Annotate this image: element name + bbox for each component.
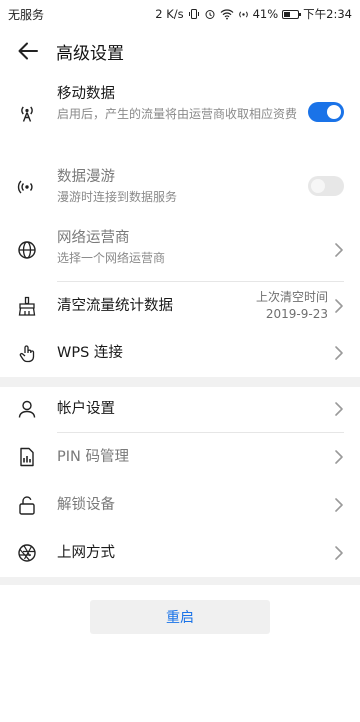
chevron-right-icon — [335, 299, 343, 313]
alarm-icon — [204, 8, 216, 20]
settings-item-mobile-data[interactable]: 移动数据 启用后，产生的流量将由运营商收取相应资费 — [0, 84, 360, 140]
broom-icon — [16, 295, 38, 317]
back-button[interactable] — [0, 28, 56, 74]
antenna-icon — [16, 102, 38, 124]
pin-label: PIN 码管理 — [57, 449, 129, 465]
chevron-right-icon — [335, 243, 343, 257]
pin-text: PIN 码管理 — [57, 447, 300, 467]
data-roaming-text: 数据漫游 漫游时连接到数据服务 — [57, 167, 300, 206]
wps-text: WPS 连接 — [57, 343, 300, 363]
wifi-icon — [220, 8, 234, 20]
status-bar: 无服务 2 K/s 41% 下午2:34 — [0, 0, 360, 28]
clock: 下午2:34 — [303, 7, 352, 21]
unlock-label: 解锁设备 — [57, 497, 115, 513]
back-arrow-icon — [18, 42, 38, 60]
settings-item-internet-mode[interactable]: 上网方式 — [0, 531, 360, 575]
settings-item-pin[interactable]: PIN 码管理 — [0, 435, 360, 479]
internet-mode-text: 上网方式 — [57, 543, 300, 563]
section-gap — [0, 377, 360, 387]
last-cleared-date: 2019-9-23 — [265, 307, 328, 321]
aperture-icon — [16, 542, 38, 564]
internet-mode-label: 上网方式 — [57, 545, 115, 561]
mobile-data-toggle[interactable] — [308, 102, 344, 122]
chevron-right-icon — [335, 546, 343, 560]
account-label: 帐户设置 — [57, 401, 115, 417]
network-operator-text: 网络运营商 选择一个网络运营商 — [57, 228, 300, 267]
data-roaming-description: 漫游时连接到数据服务 — [57, 190, 178, 204]
vibrate-icon — [188, 8, 200, 20]
last-cleared-info: 上次清空时间 2019-9-23 — [256, 289, 328, 323]
mobile-data-label: 移动数据 — [57, 86, 115, 102]
chevron-right-icon — [335, 498, 343, 512]
divider — [57, 432, 344, 433]
battery-icon — [282, 9, 302, 19]
person-icon — [16, 398, 38, 420]
tap-finger-icon — [16, 342, 38, 364]
page-title: 高级设置 — [56, 43, 124, 64]
settings-item-account[interactable]: 帐户设置 — [0, 387, 360, 431]
chevron-right-icon — [335, 402, 343, 416]
globe-icon — [16, 239, 38, 261]
restart-button[interactable]: 重启 — [90, 600, 270, 634]
network-operator-description: 选择一个网络运营商 — [57, 251, 166, 265]
title-bar: 高级设置 — [0, 28, 360, 74]
last-cleared-caption: 上次清空时间 — [255, 290, 328, 304]
divider — [57, 281, 344, 282]
toggle-knob — [327, 105, 341, 119]
chevron-right-icon — [335, 346, 343, 360]
roaming-icon — [16, 176, 38, 198]
mobile-data-text: 移动数据 启用后，产生的流量将由运营商收取相应资费 — [57, 84, 300, 123]
unlock-text: 解锁设备 — [57, 495, 300, 515]
data-roaming-label: 数据漫游 — [57, 169, 115, 185]
network-operator-label: 网络运营商 — [57, 230, 130, 246]
settings-item-data-roaming[interactable]: 数据漫游 漫游时连接到数据服务 — [0, 167, 360, 211]
chevron-right-icon — [335, 450, 343, 464]
network-speed: 2 K/s — [155, 7, 184, 21]
settings-item-network-operator[interactable]: 网络运营商 选择一个网络运营商 — [0, 228, 360, 272]
settings-item-wps[interactable]: WPS 连接 — [0, 331, 360, 375]
wps-label: WPS 连接 — [57, 345, 123, 361]
section-gap — [0, 577, 360, 585]
account-text: 帐户设置 — [57, 399, 300, 419]
settings-item-unlock[interactable]: 解锁设备 — [0, 483, 360, 527]
status-indicators: 2 K/s 41% 下午2:34 — [155, 6, 352, 22]
carrier-text: 无服务 — [8, 7, 45, 22]
wifi-hotspot-icon — [238, 9, 249, 20]
toggle-knob — [311, 179, 325, 193]
settings-item-clear-traffic[interactable]: 清空流量统计数据 上次清空时间 2019-9-23 — [0, 284, 360, 328]
battery-level-fill — [284, 11, 290, 17]
mobile-data-description: 启用后，产生的流量将由运营商收取相应资费 — [57, 107, 298, 121]
data-roaming-toggle[interactable] — [308, 176, 344, 196]
battery-percent: 41% — [252, 7, 279, 21]
sim-card-icon — [16, 446, 38, 468]
unlock-icon — [16, 494, 38, 516]
